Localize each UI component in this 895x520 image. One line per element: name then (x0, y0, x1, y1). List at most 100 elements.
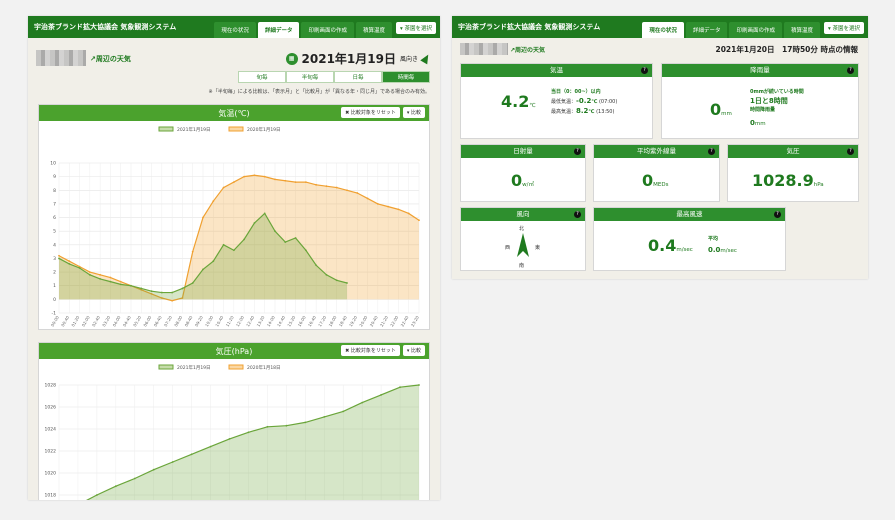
app-title: 宇治茶ブランド拡大協議会 気象観測システム (34, 23, 177, 31)
pressure-reset-button[interactable]: ✖ 比較対象をリセット (341, 345, 400, 356)
tab-print[interactable]: 印刷画面の作成 (301, 22, 354, 38)
data-point (366, 197, 369, 200)
tab-print-r[interactable]: 印刷画面の作成 (729, 22, 782, 38)
data-point (397, 208, 400, 211)
x-tick-label: 08:00 (173, 315, 183, 328)
temp-card: 気温? 4.2℃ 当日（0：00~）以内 最低気温：-0.2℃ (07:00) … (460, 63, 653, 139)
x-tick-label: 03:20 (101, 315, 111, 328)
range-tabs: 旬毎 半旬毎 日毎 時間毎 (238, 71, 430, 83)
data-point (99, 273, 102, 276)
pressure-panel-title: 気圧(hPa) (215, 346, 253, 356)
hourly-rain-label: 時間降雨量 (750, 107, 776, 113)
nearby-weather-link[interactable]: ↗周辺の天気 (90, 54, 131, 64)
tab-detail[interactable]: 詳細データ (257, 22, 300, 38)
data-point (346, 189, 348, 192)
help-icon[interactable]: ? (574, 211, 581, 218)
rain-value: 0 (710, 100, 722, 119)
tab-accum-r[interactable]: 積算温度 (783, 22, 820, 38)
temp-reset-button[interactable]: ✖ 比較対象をリセット (341, 107, 400, 118)
tab-current[interactable]: 現在の状況 (214, 22, 256, 38)
observation-datetime: 2021年1月20日 17時50分 時点の情報 (715, 45, 858, 54)
x-tick-label: 11:20 (225, 315, 235, 328)
help-icon[interactable]: ? (641, 67, 648, 74)
data-point (274, 178, 276, 181)
legend-swatch (228, 364, 244, 370)
rain-streak-label: 0mmが続いている時間 (750, 89, 804, 95)
garden-select-button-r[interactable]: ▾ 茶園を選択 (823, 22, 864, 34)
data-point (376, 203, 379, 205)
data-point (263, 175, 266, 178)
data-point (109, 276, 112, 279)
uv-card: 平均紫外線量? 0MEDs (593, 144, 720, 202)
pressure-chart: 2021年1月19日2020年1月18日10161018102010221024… (45, 364, 420, 500)
legend-swatch (158, 126, 174, 132)
legend-label: 2020年1月18日 (247, 364, 281, 371)
range-tab-10day[interactable]: 旬毎 (238, 71, 286, 83)
help-icon[interactable]: ? (574, 148, 581, 155)
tab-detail-r[interactable]: 詳細データ (685, 22, 728, 38)
data-point (304, 249, 307, 252)
tab-current-r[interactable]: 現在の状況 (642, 22, 684, 38)
min-time: (07:00) (598, 99, 618, 105)
rain-card: 降雨量? 0mm 0mmが続いている時間 1日と8時間 時間降雨量 0mm (661, 63, 859, 139)
nav-tabs-right: 現在の状況 詳細データ 印刷画面の作成 積算温度 ▾ 茶園を選択 (642, 16, 868, 38)
legend-label: 2021年1月19日 (177, 364, 211, 371)
range-tab-hourly[interactable]: 時間毎 (382, 71, 430, 83)
x-tick-label: 00:40 (60, 315, 70, 328)
x-tick-label: 00:00 (50, 315, 60, 328)
x-tick-label: 16:00 (297, 315, 307, 328)
pressure-compare-button[interactable]: ▾ 比較 (402, 345, 425, 356)
y-tick-label: 6 (53, 215, 56, 221)
range-tab-5day[interactable]: 半旬毎 (286, 71, 334, 83)
y-tick-label: 1020 (45, 471, 57, 477)
data-point (95, 494, 98, 496)
blurred-location-name-r (460, 43, 508, 55)
data-point (109, 280, 112, 283)
data-point (202, 268, 204, 271)
help-icon[interactable]: ? (847, 67, 854, 74)
rain-streak-value: 1日と8時間 (750, 97, 788, 105)
y-tick-label: 4 (53, 242, 56, 248)
nearby-weather-label-r: 周辺の天気 (515, 47, 546, 54)
app-header-right: 宇治茶ブランド拡大協議会 気象観測システム 現在の状況 詳細データ 印刷画面の作… (452, 16, 868, 38)
min-unit: ℃ (591, 99, 598, 105)
solar-card: 日射量? 0w/㎡ (460, 144, 586, 202)
data-point (209, 445, 212, 448)
nearby-weather-link-r[interactable]: ↗周辺の天気 (510, 45, 545, 54)
compass-west: 西 (505, 245, 511, 251)
garden-select-button[interactable]: ▾ 茶園を選択 (395, 22, 436, 34)
help-icon[interactable]: ? (708, 148, 715, 155)
calendar-icon[interactable]: ▦ (285, 52, 298, 65)
max-label: 最高気温： (551, 109, 577, 115)
today-label: 当日（0：00~）以内 (551, 89, 601, 95)
compass-north: 北 (519, 226, 525, 232)
x-tick-label: 10:00 (204, 315, 214, 328)
x-tick-label: 12:40 (245, 315, 255, 328)
data-point (88, 273, 91, 276)
data-point (88, 271, 91, 273)
data-point (232, 249, 235, 252)
data-point (160, 291, 163, 294)
current-status-screen: 宇治茶ブランド拡大協議会 気象観測システム 現在の状況 詳細データ 印刷画面の作… (452, 16, 868, 279)
x-tick-label: 20:40 (369, 315, 379, 328)
x-tick-label: 22:40 (399, 315, 409, 328)
x-tick-label: 09:20 (194, 315, 204, 328)
legend-swatch (158, 364, 174, 370)
help-icon[interactable]: ? (774, 211, 781, 218)
temp-compare-button[interactable]: ▾ 比較 (402, 107, 425, 118)
wind-speed-unit: m/sec (676, 247, 693, 253)
nearby-weather-label: 周辺の天気 (95, 55, 131, 63)
x-tick-label: 01:20 (70, 315, 80, 328)
data-point (243, 175, 246, 178)
uv-card-title: 平均紫外線量 (637, 147, 676, 155)
range-tab-daily[interactable]: 日毎 (334, 71, 382, 83)
data-point (222, 243, 225, 246)
data-point (191, 282, 194, 284)
data-point (114, 485, 117, 488)
temperature-panel: 気温(℃) ✖ 比較対象をリセット ▾ 比較 2021年1月19日 2020年1月… (38, 104, 430, 330)
data-point (228, 438, 231, 440)
help-icon[interactable]: ? (847, 148, 854, 155)
data-point (342, 410, 345, 413)
x-tick-label: 08:40 (183, 315, 193, 328)
tab-accum[interactable]: 積算温度 (355, 22, 392, 38)
